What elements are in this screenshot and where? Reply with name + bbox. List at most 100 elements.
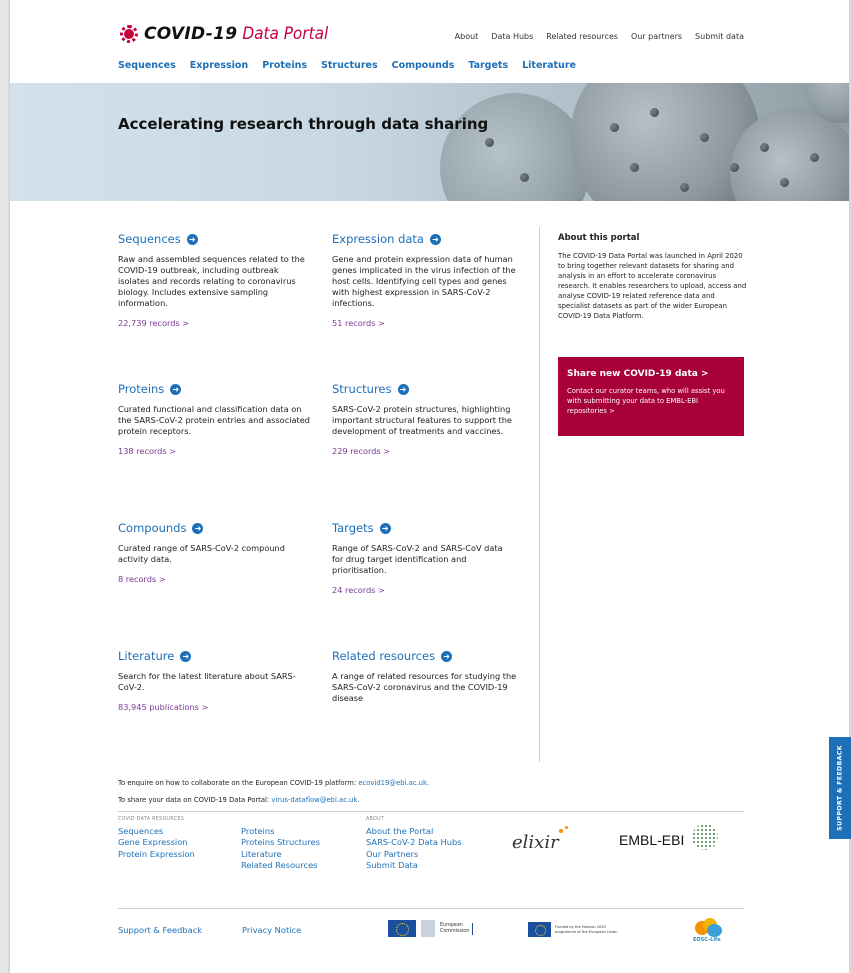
- footer-link-sequences[interactable]: Sequences: [118, 826, 195, 837]
- records-link[interactable]: 22,739 records >: [118, 318, 308, 328]
- share-line: To share your data on COVID-19 Data Port…: [118, 796, 360, 804]
- share-title: Share new COVID-19 data >: [567, 369, 709, 379]
- arrow-right-icon[interactable]: ➜: [397, 383, 409, 395]
- arrow-right-icon[interactable]: ➜: [170, 383, 182, 395]
- section-description: SARS-CoV-2 protein structures, highlight…: [332, 404, 512, 436]
- section-description: A range of related resources for studyin…: [332, 671, 517, 703]
- arrow-right-icon[interactable]: ➜: [429, 233, 441, 245]
- arrow-right-icon[interactable]: ➜: [180, 650, 192, 662]
- share-text: Contact our curator teams, who will assi…: [567, 387, 725, 415]
- ec-building-icon: [421, 920, 435, 937]
- records-link[interactable]: 229 records >: [332, 446, 524, 456]
- footer-divider: [118, 908, 744, 909]
- horizon-2020-logo: Funded by the Horizon 2020 programme of …: [528, 922, 625, 937]
- main-nav-expression[interactable]: Expression: [190, 60, 248, 71]
- arrow-right-icon[interactable]: ➜: [441, 650, 453, 662]
- top-nav-related-resources[interactable]: Related resources: [546, 32, 618, 41]
- eu-flag-icon: [388, 920, 416, 937]
- page: COVID-19 Data Portal About Data Hubs Rel…: [10, 0, 849, 973]
- support-feedback-link[interactable]: Support & Feedback: [118, 925, 202, 935]
- main-nav-targets[interactable]: Targets: [468, 60, 508, 71]
- section-related-resources: Related resources ➜ A range of related re…: [332, 649, 522, 704]
- embl-ebi-logo[interactable]: EMBL-EBI: [619, 832, 684, 848]
- section-title[interactable]: Expression data: [332, 232, 424, 246]
- ec-text-line-1: European: [440, 922, 463, 928]
- footer-link-protein-structures[interactable]: Proteins Structures: [241, 837, 320, 848]
- section-title[interactable]: Compounds: [118, 521, 186, 535]
- section-description: Search for the latest literature about S…: [118, 671, 296, 692]
- main-nav-compounds[interactable]: Compounds: [392, 60, 455, 71]
- about-text: The COVID-19 Data Portal was launched in…: [558, 252, 747, 320]
- main-nav-sequences[interactable]: Sequences: [118, 60, 176, 71]
- footer-link-our-partners[interactable]: Our Partners: [366, 849, 462, 860]
- records-link[interactable]: 24 records >: [332, 585, 512, 595]
- portal-logo[interactable]: COVID-19 Data Portal: [118, 23, 328, 45]
- footer-link-gene-expression[interactable]: Gene Expression: [118, 837, 195, 848]
- footer-link-submit-data[interactable]: Submit Data: [366, 860, 462, 871]
- privacy-notice-link[interactable]: Privacy Notice: [242, 925, 301, 935]
- main-nav: Sequences Expression Proteins Structures…: [118, 60, 576, 71]
- top-nav-about[interactable]: About: [455, 32, 479, 41]
- section-description: Raw and assembled sequences related to t…: [118, 254, 305, 308]
- records-link[interactable]: 51 records >: [332, 318, 522, 328]
- footer-col-heading: ABOUT: [366, 817, 385, 822]
- logo-sub-text: Data Portal: [242, 24, 329, 44]
- footer-col-heading: COVID DATA RESOURCES: [118, 817, 185, 822]
- section-title[interactable]: Related resources: [332, 649, 435, 663]
- share-email-link[interactable]: virus-dataflow@ebi.ac.uk.: [271, 796, 359, 804]
- records-link[interactable]: 138 records >: [118, 446, 310, 456]
- section-title[interactable]: Sequences: [118, 232, 181, 246]
- records-link[interactable]: 8 records >: [118, 574, 303, 584]
- section-expression: Expression data ➜ Gene and protein expres…: [332, 232, 522, 328]
- section-title[interactable]: Structures: [332, 382, 392, 396]
- virus-logo-icon: [118, 23, 140, 45]
- hero-title: Accelerating research through data shari…: [118, 115, 489, 133]
- embl-ebi-dots-icon: [692, 824, 718, 850]
- enquire-email-link[interactable]: ecovid19@ebi.ac.uk.: [358, 779, 429, 787]
- section-title[interactable]: Targets: [332, 521, 374, 535]
- arrow-right-icon[interactable]: ➜: [192, 522, 204, 534]
- hero-banner: Accelerating research through data shari…: [10, 83, 849, 201]
- footer-link-literature[interactable]: Literature: [241, 849, 320, 860]
- main-nav-structures[interactable]: Structures: [321, 60, 378, 71]
- virus-illustration: [440, 93, 590, 201]
- elixir-dot-icon: [559, 829, 563, 833]
- top-nav-data-hubs[interactable]: Data Hubs: [491, 32, 533, 41]
- section-structures: Structures ➜ SARS-CoV-2 protein structure…: [332, 382, 524, 456]
- footer-link-data-hubs[interactable]: SARS-CoV-2 Data Hubs: [366, 837, 462, 848]
- support-feedback-tab[interactable]: SUPPORT & FEEDBACK: [829, 737, 851, 839]
- section-title[interactable]: Literature: [118, 649, 174, 663]
- footer-col-about: ABOUT About the Portal SARS-CoV-2 Data H…: [366, 816, 462, 871]
- section-literature: Literature ➜ Search for the latest litera…: [118, 649, 298, 712]
- main-nav-proteins[interactable]: Proteins: [262, 60, 307, 71]
- section-title[interactable]: Proteins: [118, 382, 164, 396]
- top-nav-submit-data[interactable]: Submit data: [695, 32, 744, 41]
- main-nav-literature[interactable]: Literature: [522, 60, 576, 71]
- about-title: About this portal: [558, 233, 640, 243]
- footer-col-resources-2: Proteins Proteins Structures Literature …: [241, 826, 320, 871]
- footer-link-protein-expression[interactable]: Protein Expression: [118, 849, 195, 860]
- enquire-line: To enquire on how to collaborate on the …: [118, 779, 429, 787]
- section-description: Range of SARS-CoV-2 and SARS-CoV data fo…: [332, 543, 503, 575]
- footer-link-related-resources[interactable]: Related Resources: [241, 860, 320, 871]
- elixir-logo[interactable]: elixir: [512, 832, 559, 853]
- footer-link-about-portal[interactable]: About the Portal: [366, 826, 462, 837]
- logo-main-text: COVID-19: [144, 24, 238, 44]
- eosc-life-text: EOSC-Life: [693, 937, 721, 943]
- h2020-text: Funded by the Horizon 2020 programme of …: [555, 924, 618, 934]
- section-sequences: Sequences ➜ Raw and assembled sequences r…: [118, 232, 308, 328]
- top-nav: About Data Hubs Related resources Our pa…: [455, 32, 744, 41]
- share-data-card[interactable]: Share new COVID-19 data > Contact our cu…: [558, 357, 744, 436]
- eu-flag-icon: [528, 922, 551, 937]
- records-link[interactable]: 83,945 publications >: [118, 702, 298, 712]
- arrow-right-icon[interactable]: ➜: [186, 233, 198, 245]
- top-nav-our-partners[interactable]: Our partners: [631, 32, 682, 41]
- section-targets: Targets ➜ Range of SARS-CoV-2 and SARS-Co…: [332, 521, 512, 595]
- section-description: Gene and protein expression data of huma…: [332, 254, 516, 308]
- footer-link-proteins[interactable]: Proteins: [241, 826, 320, 837]
- arrow-right-icon[interactable]: ➜: [379, 522, 391, 534]
- eosc-life-logo: EOSC-Life: [691, 917, 725, 945]
- column-divider: [539, 227, 540, 762]
- ec-text: European Commission: [440, 922, 474, 935]
- section-proteins: Proteins ➜ Curated functional and classif…: [118, 382, 310, 456]
